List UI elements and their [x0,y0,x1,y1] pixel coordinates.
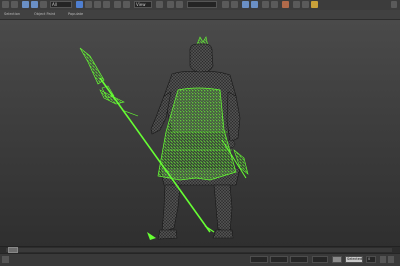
zoom-icon[interactable] [380,256,386,263]
maxscript-listener-icon[interactable] [2,256,9,263]
x-coordinate-field[interactable] [250,256,268,263]
status-bar: Selected 0 [0,253,400,266]
orbit-icon[interactable] [388,256,394,263]
reference-coordinate-dropdown[interactable]: View [134,1,152,8]
y-coordinate-field[interactable] [270,256,288,263]
material-editor-icon[interactable] [282,1,289,8]
named-selection-sets-dropdown[interactable] [187,1,217,8]
undo-icon[interactable] [2,1,9,8]
align-icon[interactable] [231,1,238,8]
rotate-icon[interactable] [123,1,130,8]
angle-snap-icon[interactable] [176,1,183,8]
ribbon-tab-selection[interactable]: Selection [4,12,20,16]
soldier-left-foot[interactable] [157,229,178,240]
render-setup-icon[interactable] [293,1,300,8]
select-link-icon[interactable] [22,1,29,8]
redo-icon[interactable] [11,1,18,8]
bind-space-warp-icon[interactable] [40,1,47,8]
scene-explorer-icon[interactable] [242,1,249,8]
soldier-head[interactable] [189,43,214,74]
viewport-canvas [79,36,249,240]
auto-key-button[interactable] [332,256,342,263]
selection-filter-dropdown[interactable]: All [50,1,72,8]
set-key-filter-dropdown[interactable]: Selected [345,256,363,263]
timeline-track[interactable] [6,248,392,252]
spear-blade[interactable] [79,47,105,85]
z-coordinate-field[interactable] [290,256,308,263]
rendered-frame-window-icon[interactable] [302,1,309,8]
ribbon: Selection Object Paint Populate [0,10,400,20]
move-icon[interactable] [114,1,121,8]
rect-selection-icon[interactable] [94,1,101,8]
soldier-right-leg[interactable] [213,184,233,233]
pivot-center-icon[interactable] [156,1,163,8]
mirror-icon[interactable] [222,1,229,8]
select-object-icon[interactable] [76,1,83,8]
ribbon-tab-object-paint[interactable]: Object Paint [34,12,55,16]
render-production-icon[interactable] [311,1,318,8]
ribbon-tab-populate[interactable]: Populate [68,12,83,16]
select-by-name-icon[interactable] [85,1,92,8]
curve-editor-icon[interactable] [262,1,269,8]
perspective-viewport[interactable] [0,20,400,246]
window-crossing-icon[interactable] [103,1,110,8]
snap-toggle-icon[interactable] [167,1,174,8]
unlink-icon[interactable] [31,1,38,8]
grid-field[interactable] [312,256,328,263]
layer-explorer-icon[interactable] [251,1,258,8]
soldier-left-leg[interactable] [161,184,181,233]
soldier-right-foot[interactable] [212,229,234,239]
soldier-right-arm[interactable] [226,91,241,143]
toolbar-overflow-icon[interactable] [391,1,397,8]
schematic-view-icon[interactable] [271,1,278,8]
current-frame-field[interactable]: 0 [366,256,376,263]
